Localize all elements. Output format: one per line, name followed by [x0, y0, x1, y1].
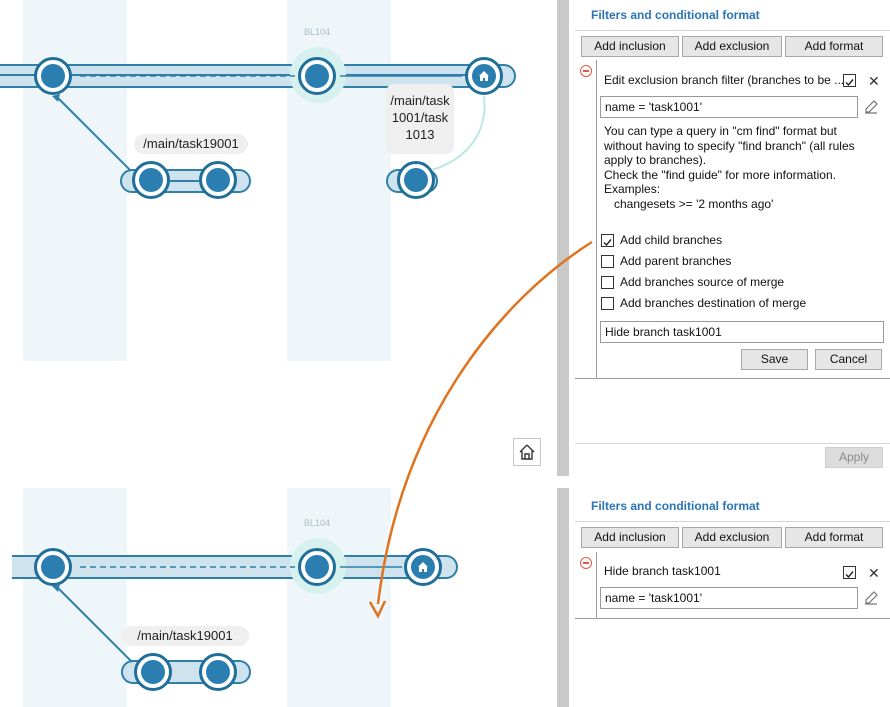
annotation-arrow	[368, 240, 593, 619]
